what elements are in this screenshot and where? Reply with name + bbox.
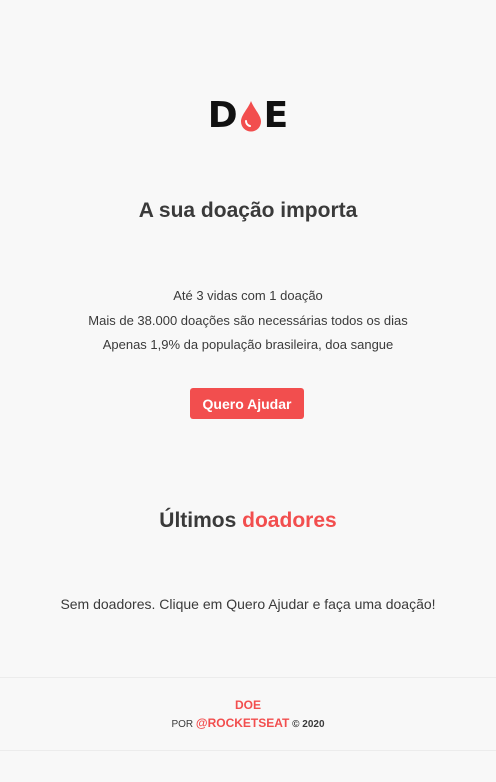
footer-divider-bottom (0, 750, 496, 751)
footer-brand: DOE (234, 698, 261, 712)
quero-ajudar-button[interactable]: Quero Ajudar (190, 388, 304, 419)
logo-wordmark: D E (208, 98, 288, 134)
facts-list: Até 3 vidas com 1 doação Mais de 38.000 … (0, 284, 496, 358)
blood-drop-icon (240, 101, 261, 132)
logo-letter-d: D (207, 95, 238, 136)
fact-item: Até 3 vidas com 1 doação (173, 288, 323, 303)
logo: D E (0, 98, 496, 134)
footer-divider-top (0, 677, 496, 678)
logo-letter-e: E (263, 95, 289, 136)
page: D E A sua doação importa Até 3 vidas com… (0, 0, 496, 782)
rocketseat-link[interactable]: @rocketseat (196, 716, 289, 730)
empty-donors-message: Sem doadores. Clique em Quero Ajudar e f… (60, 596, 436, 612)
footer-credit: Por @rocketseat © 2020 (0, 716, 496, 730)
donors-title: Últimos doadores (0, 509, 496, 533)
donors-title-accent: doadores (242, 509, 337, 532)
fact-item: Apenas 1,9% da população brasileira, doa… (102, 337, 394, 352)
hero-title: A sua doação importa (138, 199, 358, 222)
footer-copyright: © 2020 (292, 719, 325, 730)
donors-title-plain: Últimos (159, 509, 237, 532)
fact-item: Mais de 38.000 doações são necessárias t… (88, 312, 408, 328)
footer-by: Por (171, 719, 194, 730)
